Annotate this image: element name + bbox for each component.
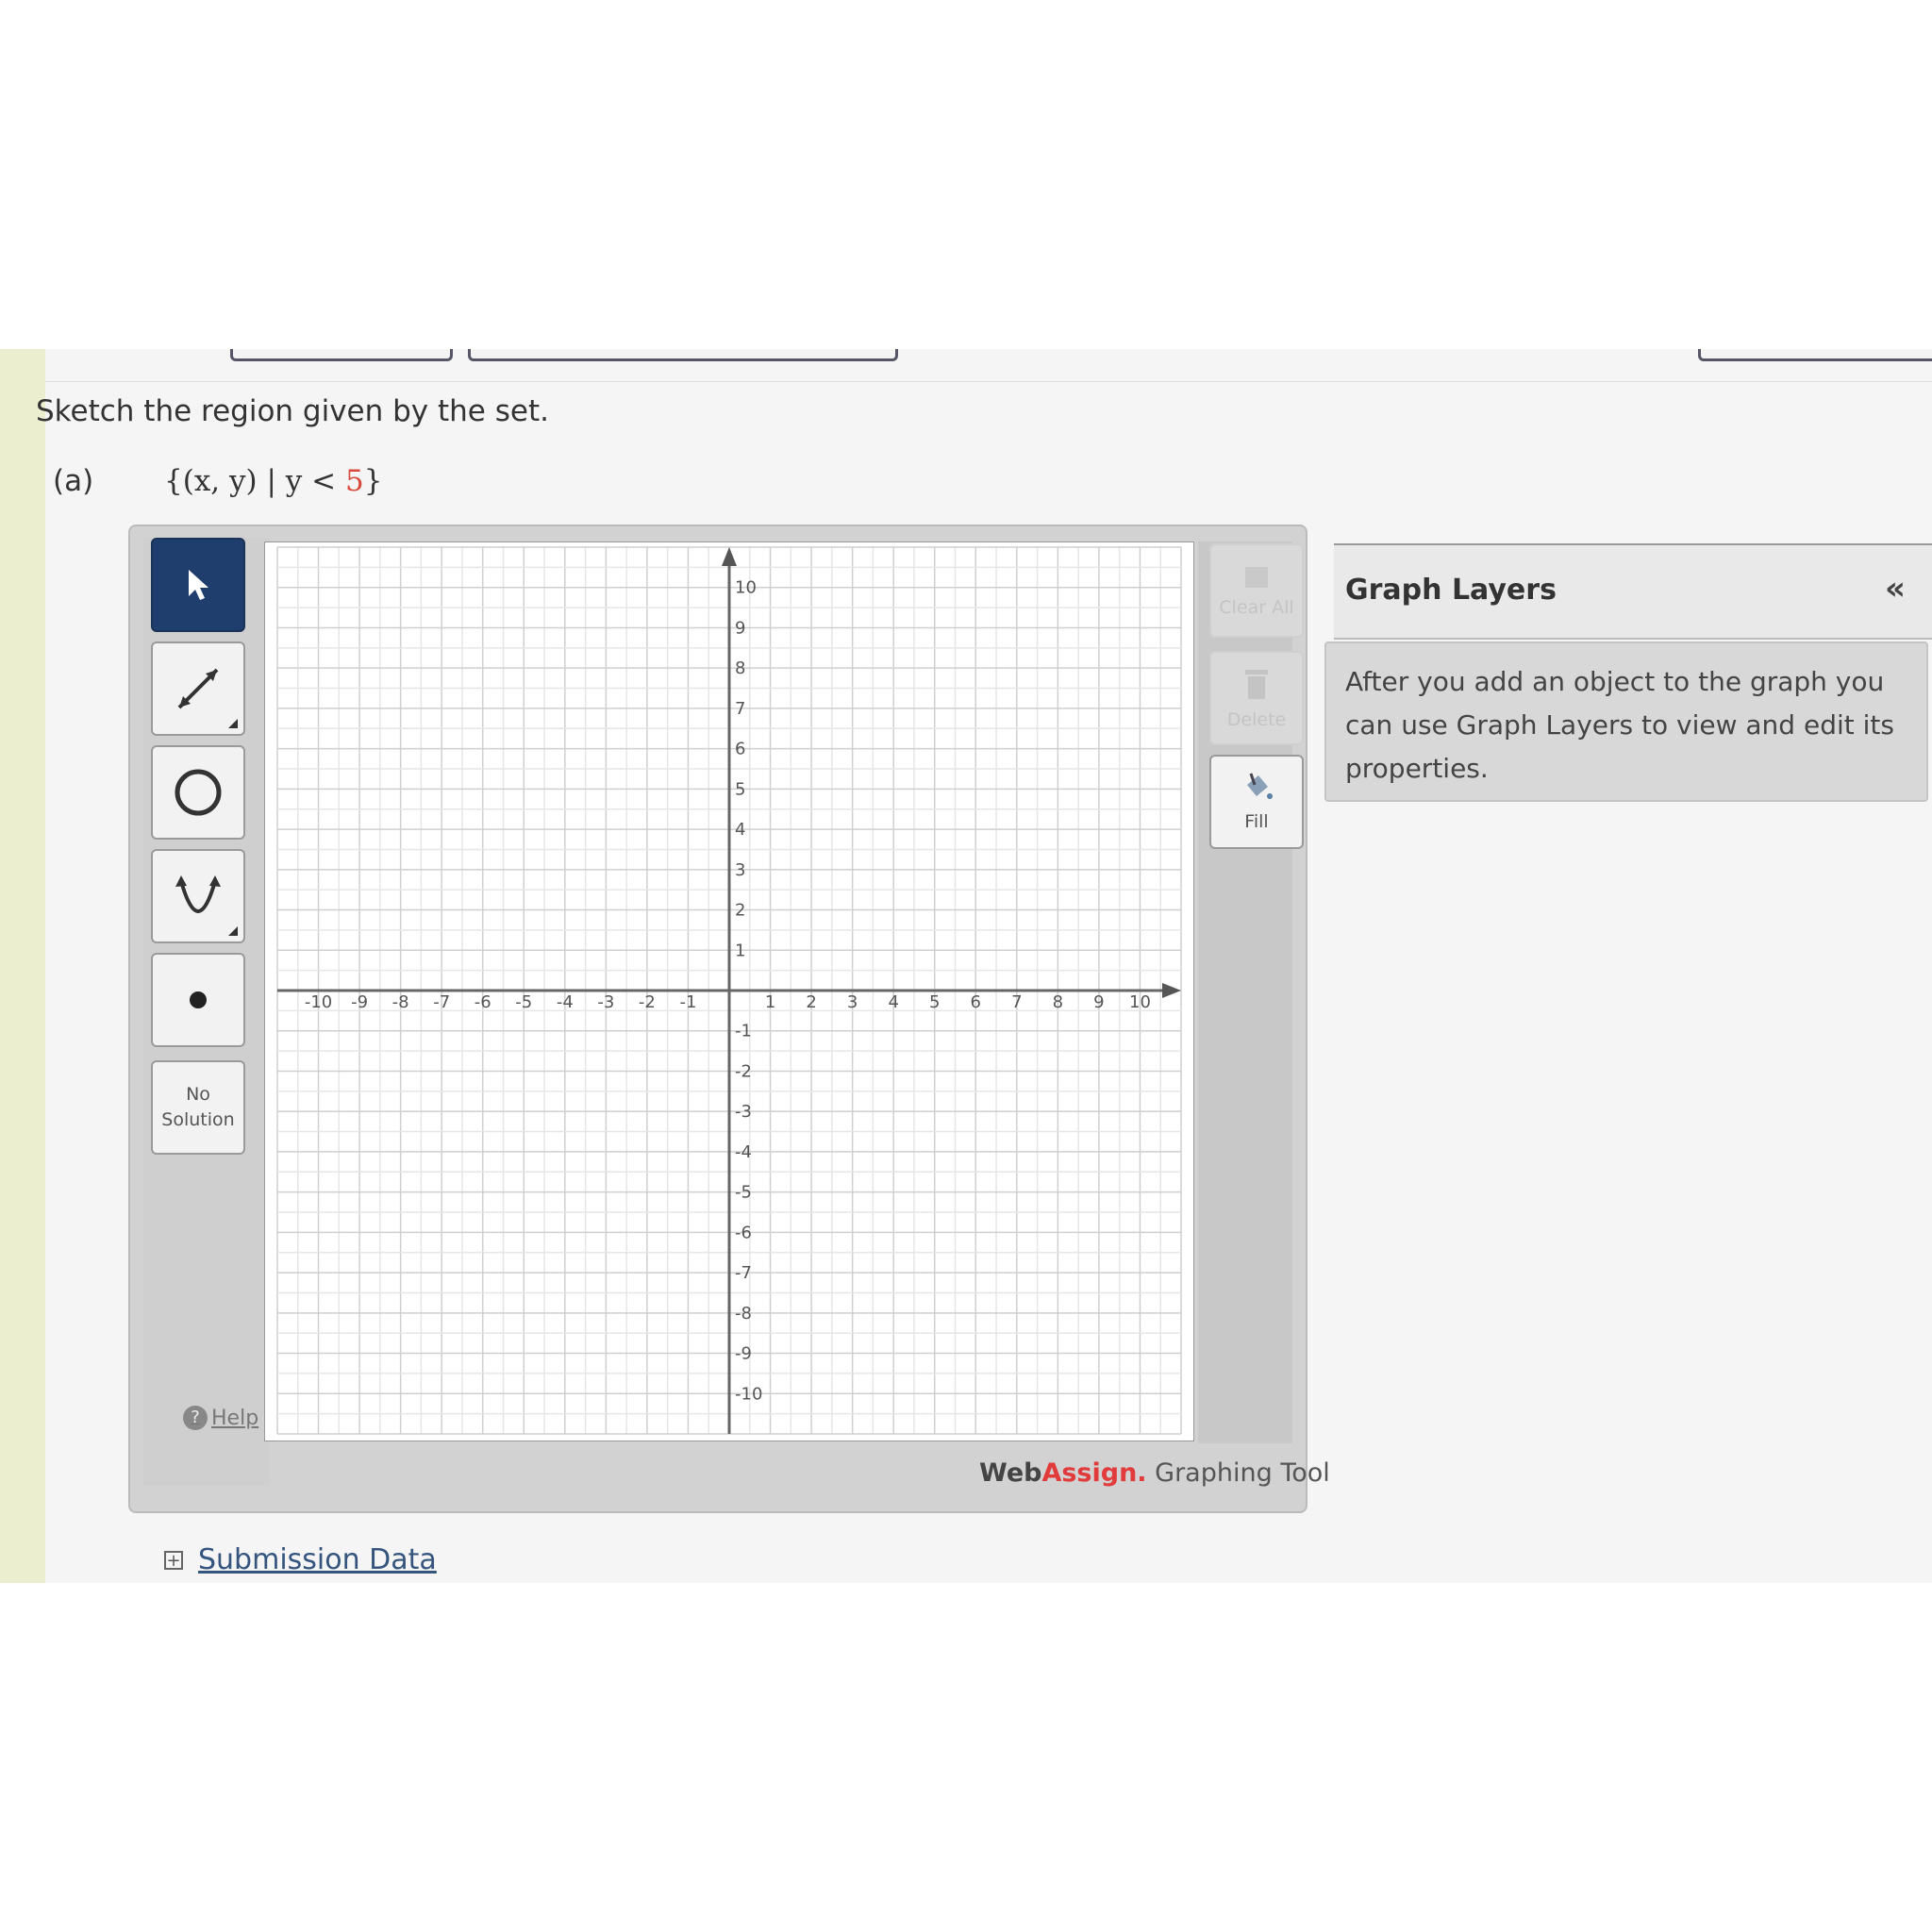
- x-tick-label: -9: [351, 992, 368, 1012]
- brand-web: Web: [979, 1458, 1042, 1488]
- y-tick-label: 3: [735, 860, 745, 880]
- screen: Sketch the region given by the set. (a) …: [0, 349, 1932, 1583]
- x-tick-label: 4: [888, 992, 898, 1012]
- x-tick-label: -1: [679, 992, 696, 1012]
- y-tick-label: -4: [735, 1142, 752, 1162]
- x-tick-label: 6: [971, 992, 981, 1012]
- submission-data-toggle[interactable]: + Submission Data: [164, 1543, 437, 1576]
- paint-bucket-icon: [1247, 773, 1273, 799]
- no-solution-label: Solution: [161, 1109, 235, 1130]
- brand-assign: Assign.: [1041, 1458, 1147, 1488]
- x-tick-label: 8: [1053, 992, 1063, 1012]
- no-solution-label: No: [186, 1084, 210, 1105]
- clear-all-label: Clear All: [1219, 597, 1294, 618]
- graph-layers-title: Graph Layers: [1345, 574, 1557, 607]
- set-expression: {(x, y) | y < 5}: [164, 464, 382, 498]
- x-tick-label: 7: [1011, 992, 1022, 1012]
- x-tick-label: -6: [475, 992, 491, 1012]
- set-value: 5: [344, 464, 364, 498]
- x-tick-label: -5: [515, 992, 532, 1012]
- y-tick-label: -7: [735, 1263, 752, 1283]
- x-tick-label: -7: [433, 992, 450, 1012]
- y-tick-label: -10: [735, 1384, 762, 1404]
- y-tick-label: -8: [735, 1304, 752, 1324]
- part-label: (a): [53, 464, 94, 498]
- y-tick-label: -1: [735, 1022, 752, 1041]
- x-tick-label: 1: [765, 992, 775, 1012]
- x-tick-label: 10: [1129, 992, 1151, 1012]
- clear-all-icon: [1245, 567, 1268, 588]
- clear-all-button[interactable]: Clear All: [1209, 543, 1304, 638]
- y-tick-label: 8: [735, 658, 745, 678]
- y-tick-label: -2: [735, 1061, 752, 1081]
- trash-icon: [1245, 670, 1268, 699]
- collapse-icon[interactable]: «: [1885, 570, 1906, 608]
- point-tool-button[interactable]: [151, 953, 245, 1047]
- question-prompt: Sketch the region given by the set.: [36, 394, 549, 428]
- line-tool-button[interactable]: [151, 641, 245, 736]
- expand-icon: +: [164, 1550, 183, 1570]
- fill-label: Fill: [1244, 811, 1269, 832]
- fill-button[interactable]: Fill: [1209, 755, 1304, 849]
- coordinate-grid[interactable]: -10 -9 -8 -7 -6 -5 -4 -3 -2 -1 1 2 3 4 5 6 7 8 9 10 10 9 8 7 6 5 4…: [264, 541, 1194, 1441]
- pointer-tool-button[interactable]: [151, 538, 245, 632]
- y-tick-label: 2: [735, 901, 745, 921]
- top-tab[interactable]: [468, 349, 898, 361]
- y-tick-label: 9: [735, 618, 745, 638]
- x-tick-label: -3: [597, 992, 614, 1012]
- no-solution-button[interactable]: No Solution: [151, 1060, 245, 1155]
- submenu-indicator-icon: [228, 926, 238, 936]
- help-icon: ?: [183, 1406, 208, 1430]
- left-strip: [0, 349, 45, 1583]
- y-tick-label: 10: [735, 578, 757, 598]
- brand-tool: Graphing Tool: [1146, 1458, 1330, 1488]
- x-tick-label: -4: [557, 992, 574, 1012]
- top-tab[interactable]: [1698, 349, 1932, 361]
- y-tick-label: 4: [735, 820, 745, 840]
- y-tick-label: -6: [735, 1223, 752, 1242]
- divider: [45, 381, 1932, 382]
- y-tick-label: -3: [735, 1102, 752, 1122]
- arrow-pointer-icon: [189, 570, 208, 600]
- x-tick-label: -2: [639, 992, 656, 1012]
- x-tick-label: 9: [1093, 992, 1104, 1012]
- submenu-indicator-icon: [228, 719, 238, 728]
- point-icon: [190, 991, 207, 1008]
- x-tick-label: 2: [806, 992, 816, 1012]
- parabola-tool-button[interactable]: [151, 849, 245, 943]
- x-tick-label: -8: [392, 992, 409, 1012]
- submission-data-label: Submission Data: [198, 1543, 437, 1576]
- x-tick-label: 3: [847, 992, 858, 1012]
- graph-layers-header: Graph Layers «: [1334, 543, 1932, 640]
- graph-layers-body: After you add an object to the graph you…: [1324, 641, 1928, 802]
- set-suffix: }: [363, 464, 383, 498]
- x-tick-label: 5: [929, 992, 940, 1012]
- circle-tool-button[interactable]: [151, 745, 245, 840]
- set-prefix: {(x, y) | y <: [164, 464, 345, 498]
- top-tab[interactable]: [230, 349, 453, 361]
- x-tick-label: -10: [305, 992, 332, 1012]
- delete-button[interactable]: Delete: [1209, 651, 1304, 745]
- y-tick-label: -5: [735, 1183, 752, 1203]
- line-icon: [177, 668, 219, 709]
- delete-label: Delete: [1226, 709, 1287, 730]
- graph-canvas[interactable]: -10 -9 -8 -7 -6 -5 -4 -3 -2 -1 1 2 3 4 5 6 7 8 9 10 10 9 8 7 6 5 4…: [264, 541, 1194, 1441]
- webassign-branding: WebAssign. Graphing Tool: [979, 1458, 1330, 1488]
- y-tick-label: 5: [735, 779, 745, 799]
- parabola-icon: [175, 875, 221, 913]
- y-tick-label: 7: [735, 699, 745, 719]
- help-link[interactable]: ? Help: [183, 1406, 258, 1430]
- y-tick-label: -9: [735, 1344, 752, 1364]
- circle-icon: [175, 769, 222, 816]
- y-tick-label: 6: [735, 740, 745, 759]
- y-tick-label: 1: [735, 941, 745, 960]
- help-label: Help: [211, 1406, 259, 1430]
